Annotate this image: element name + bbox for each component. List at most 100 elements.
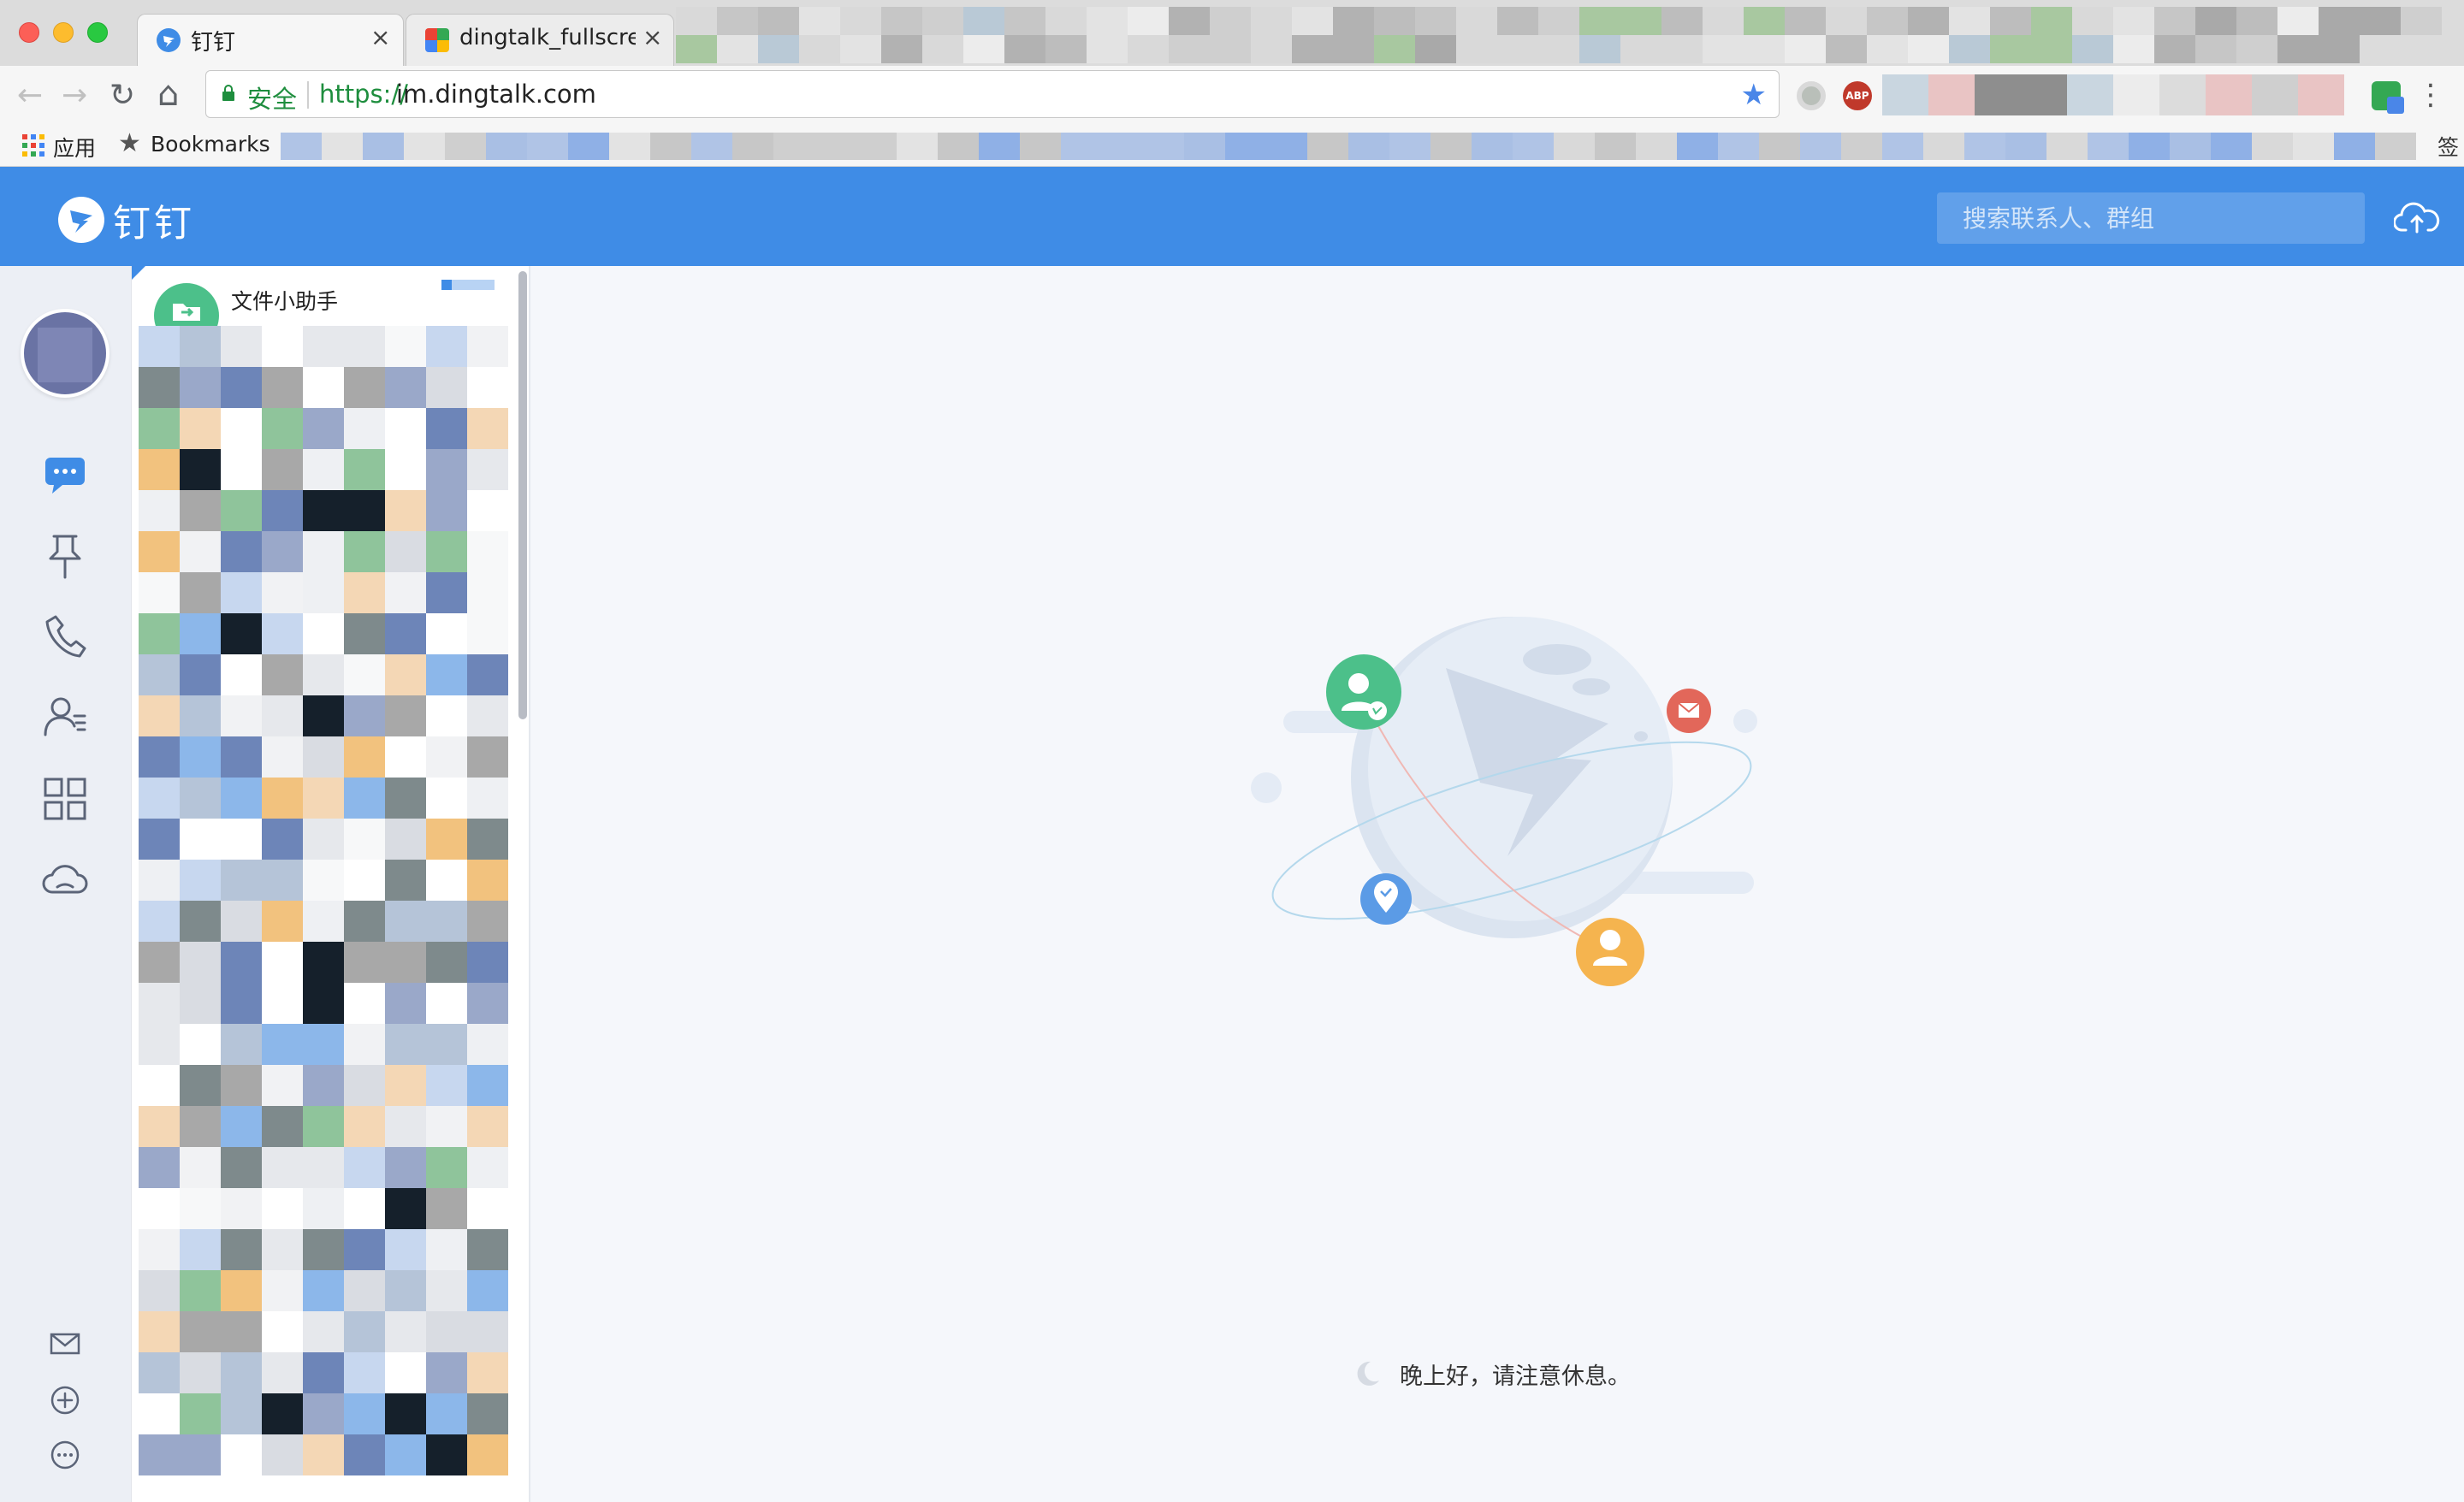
redacted-block — [1703, 7, 1744, 35]
redacted-block — [1374, 35, 1415, 63]
redacted-block — [758, 35, 799, 63]
tab-close-icon[interactable]: × — [643, 23, 662, 51]
redacted-block — [344, 490, 385, 531]
workbench-icon[interactable] — [38, 772, 92, 825]
redacted-block — [385, 1065, 426, 1106]
redacted-block — [979, 133, 1020, 160]
conversation-scrollbar[interactable] — [518, 271, 527, 719]
reload-icon[interactable]: ↻ — [110, 78, 135, 113]
redacted-block — [385, 1106, 426, 1147]
forward-icon[interactable]: → — [62, 78, 87, 113]
tab-close-icon[interactable]: × — [370, 23, 390, 51]
lock-icon — [222, 85, 234, 101]
redacted-block — [1579, 35, 1620, 63]
redacted-block — [344, 1270, 385, 1311]
redacted-block — [303, 326, 344, 367]
bookmarks-folder[interactable]: Bookmarks — [151, 132, 270, 157]
redacted-block — [1800, 133, 1841, 160]
redacted-block — [303, 613, 344, 654]
more-icon[interactable] — [48, 1438, 82, 1472]
redacted-block — [676, 7, 717, 35]
messages-icon[interactable] — [38, 447, 92, 500]
redacted-block — [2293, 133, 2334, 160]
window-close-button[interactable] — [19, 22, 39, 43]
home-icon[interactable]: ⌂ — [157, 74, 179, 114]
redacted-block — [426, 1024, 467, 1065]
redacted-block — [221, 1393, 262, 1434]
redacted-block — [467, 572, 508, 613]
redacted-block — [344, 367, 385, 408]
phone-icon[interactable] — [38, 610, 92, 663]
redacted-block — [262, 1229, 303, 1270]
tab-dingtalk[interactable]: 钉钉 × — [137, 14, 404, 66]
redacted-block — [2154, 35, 2195, 63]
redacted-block — [881, 35, 922, 63]
redacted-block — [426, 1188, 467, 1229]
redacted-extensions — [1882, 74, 2344, 115]
cloud-drive-icon[interactable] — [38, 853, 92, 906]
add-icon[interactable] — [48, 1383, 82, 1417]
redacted-block — [467, 860, 508, 901]
address-bar[interactable]: 安全 https:// im.dingtalk.com ★ — [205, 70, 1780, 118]
redacted-block — [385, 736, 426, 778]
redacted-block — [344, 778, 385, 819]
redacted-block — [963, 7, 1004, 35]
conversation-list[interactable]: 文件小助手 — [132, 266, 530, 1502]
redacted-block — [303, 408, 344, 449]
redacted-block — [180, 942, 221, 983]
mail-icon[interactable] — [48, 1327, 82, 1361]
redacted-block — [467, 613, 508, 654]
cloud-upload-icon[interactable] — [2394, 198, 2440, 235]
redacted-block — [1102, 133, 1143, 160]
app-header: 钉钉 — [0, 167, 2464, 266]
redacted-block — [2129, 133, 2170, 160]
redacted-block — [180, 490, 221, 531]
redacted-block — [426, 326, 467, 367]
browser-menu-icon[interactable]: ⋮ — [2416, 78, 2445, 112]
redacted-block — [426, 736, 467, 778]
redacted-block — [281, 133, 322, 160]
adblock-icon[interactable]: ABP — [1843, 81, 1872, 110]
conversation-item-file-helper[interactable]: 文件小助手 — [132, 266, 529, 348]
bookmark-star-icon[interactable]: ★ — [1741, 78, 1767, 112]
redacted-block — [180, 1352, 221, 1393]
redacted-block — [262, 408, 303, 449]
contact-search[interactable] — [1937, 192, 2365, 244]
bookmarks-bar: 应用 ★ Bookmarks 签 — [0, 124, 2464, 167]
apps-grid-icon[interactable] — [22, 134, 44, 157]
omnibox-divider — [307, 81, 309, 109]
redacted-block — [221, 819, 262, 860]
back-icon[interactable]: ← — [17, 78, 43, 113]
search-input[interactable] — [1937, 192, 2365, 244]
redacted-block — [1826, 7, 1867, 35]
redacted-block — [221, 942, 262, 983]
ding-icon[interactable] — [38, 529, 92, 582]
extension-icon[interactable] — [2372, 81, 2404, 114]
redacted-block — [139, 1352, 180, 1393]
extension-icon[interactable] — [1797, 81, 1826, 110]
redacted-block — [2236, 35, 2277, 63]
redacted-block — [467, 778, 508, 819]
redacted-block — [426, 819, 467, 860]
redacted-block — [180, 1229, 221, 1270]
redacted-block — [2072, 35, 2113, 63]
redacted-block — [840, 35, 881, 63]
tab-dingtalk-fullscreen[interactable]: dingtalk_fullscreen × — [406, 14, 674, 66]
redacted-block — [221, 1311, 262, 1352]
window-maximize-button[interactable] — [87, 22, 108, 43]
apps-link[interactable]: 应用 — [53, 132, 96, 163]
redacted-block — [963, 35, 1004, 63]
redacted-block — [262, 1065, 303, 1106]
contacts-icon[interactable] — [38, 690, 92, 743]
window-minimize-button[interactable] — [53, 22, 74, 43]
url-scheme: https:// — [319, 80, 408, 109]
redacted-block — [139, 819, 180, 860]
redacted-block — [139, 367, 180, 408]
user-avatar[interactable] — [21, 309, 110, 398]
redacted-block — [180, 1393, 221, 1434]
redacted-block — [139, 1311, 180, 1352]
bookmarks-overflow[interactable]: 签 — [2437, 131, 2459, 162]
redacted-block — [139, 613, 180, 654]
redacted-block — [344, 326, 385, 367]
redacted-block — [385, 1352, 426, 1393]
